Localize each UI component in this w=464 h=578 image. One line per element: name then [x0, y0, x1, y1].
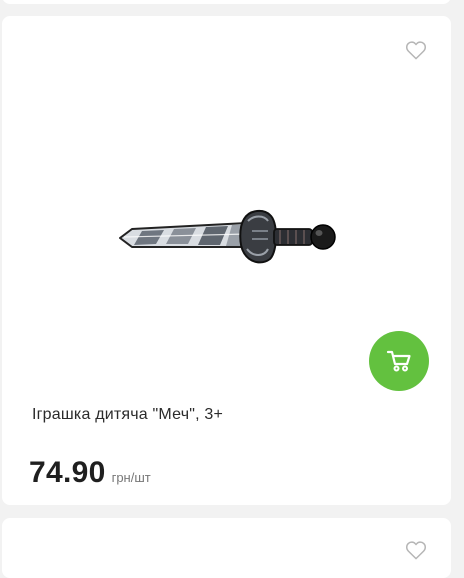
toy-sword-image [119, 209, 336, 264]
price-unit: грн/шт [111, 470, 151, 485]
price-row: 74.90 грн/шт [29, 456, 151, 490]
product-card-previous [2, 0, 451, 4]
shopping-cart-icon [386, 350, 411, 372]
product-card-next[interactable] [2, 518, 451, 578]
add-to-cart-button[interactable] [369, 331, 429, 391]
heart-icon[interactable] [405, 40, 427, 60]
product-image[interactable] [112, 201, 342, 271]
product-title[interactable]: Іграшка дитяча "Меч", 3+ [32, 406, 432, 424]
product-card[interactable]: Іграшка дитяча "Меч", 3+ 74.90 грн/шт [2, 16, 451, 505]
heart-icon[interactable] [405, 540, 427, 560]
product-price: 74.90 [29, 456, 106, 489]
